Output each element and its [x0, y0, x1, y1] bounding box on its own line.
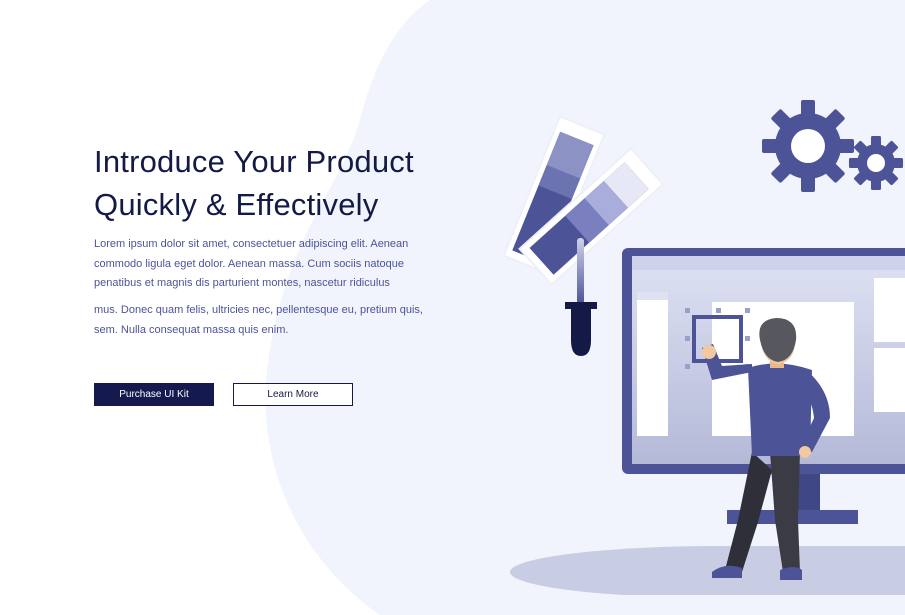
hero-title-line-1: Introduce Your Product — [94, 144, 414, 179]
hero-title: Introduce Your Product Quickly & Effecti… — [94, 140, 414, 226]
hero-description-2: mus. Donec quam felis, ultricies nec, pe… — [94, 304, 423, 336]
small-gear-icon — [849, 136, 903, 190]
learn-more-button[interactable]: Learn More — [233, 383, 353, 406]
hero-description-1: Lorem ipsum dolor sit amet, consectetuer… — [94, 238, 409, 289]
purchase-ui-kit-button[interactable]: Purchase UI Kit — [94, 383, 214, 406]
hero-illustration — [502, 100, 905, 595]
hero-title-line-2: Quickly & Effectively — [94, 187, 379, 222]
gear-icon — [762, 100, 854, 192]
